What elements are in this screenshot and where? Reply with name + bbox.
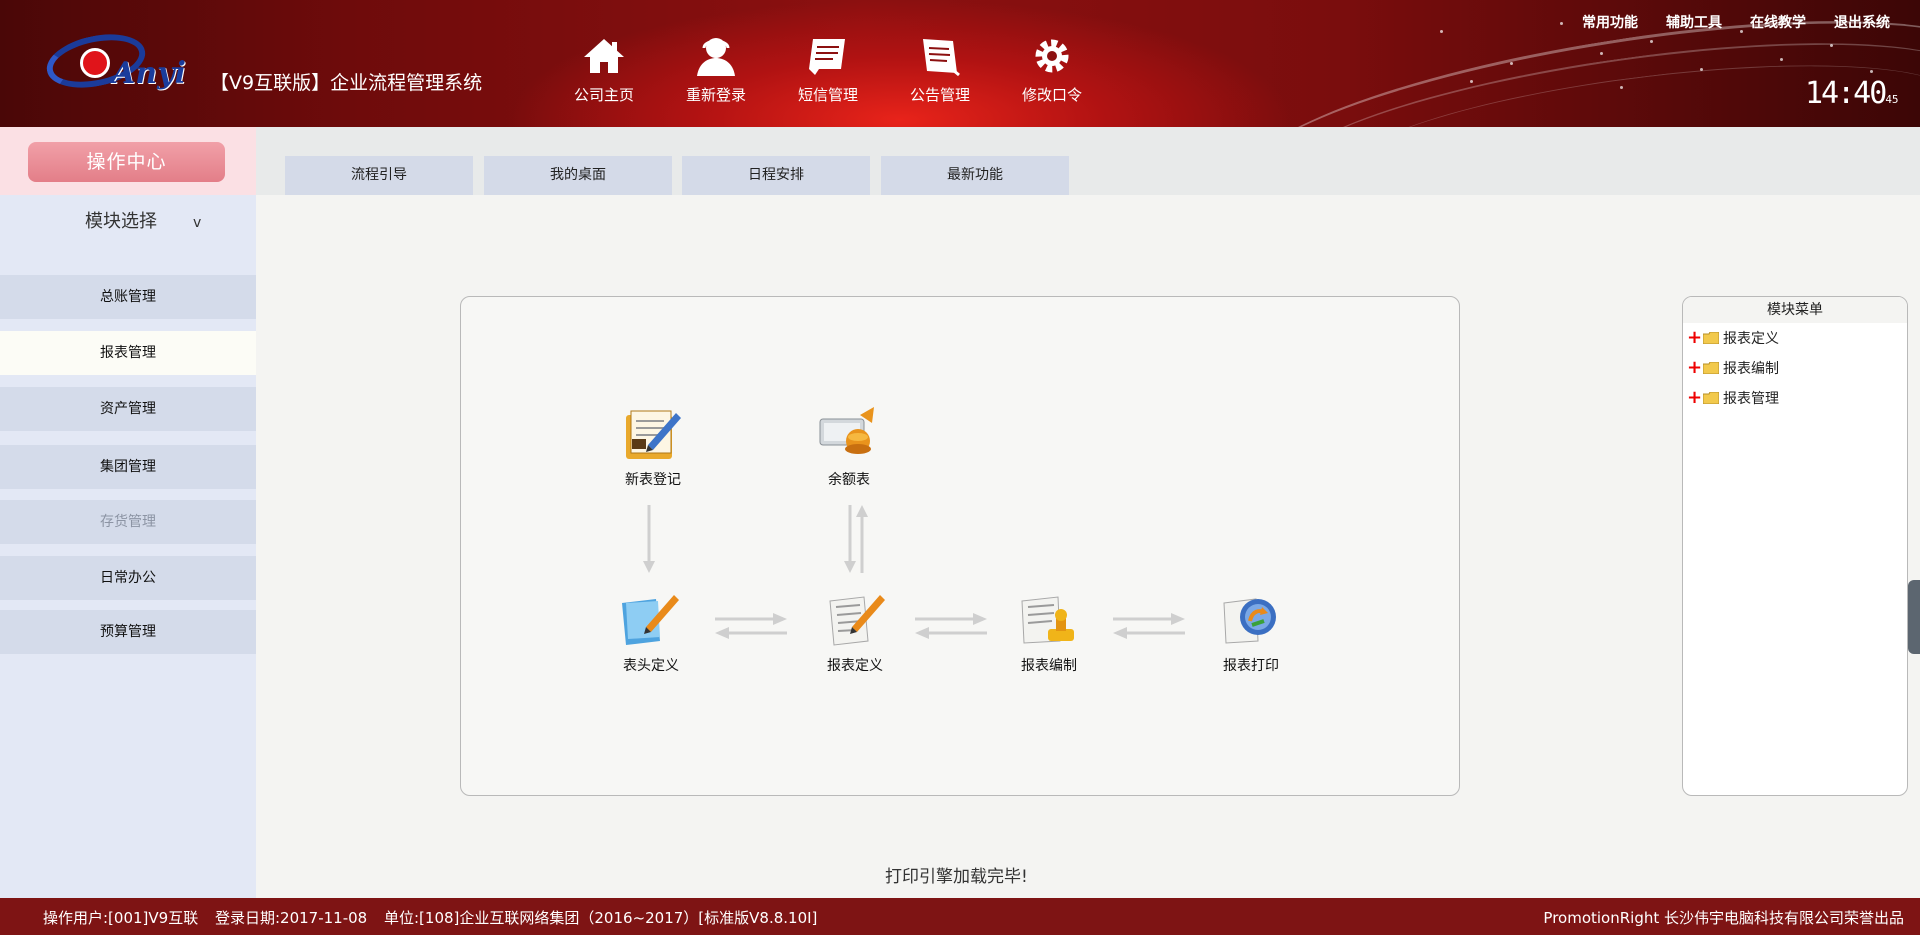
balance-icon	[814, 401, 884, 465]
link-auxiliary-tools[interactable]: 辅助工具	[1666, 12, 1722, 32]
report-print-icon	[1216, 587, 1286, 651]
gear-icon	[1028, 34, 1076, 78]
op-center-bar: 操作中心	[0, 127, 256, 195]
footer-login-date: 登录日期:2017-11-08	[214, 909, 368, 927]
op-center-button[interactable]: 操作中心	[28, 142, 225, 182]
tab-my-desktop[interactable]: 我的桌面	[484, 156, 672, 195]
footer-unit: 单位:[108]企业互联网络集团（2016~2017）[标准版V8.8.10I]	[384, 909, 818, 927]
module-select-label: 模块选择	[85, 211, 157, 232]
flow-node-report-define[interactable]: 报表定义	[795, 587, 915, 675]
flow-node-label: 新表登记	[625, 472, 681, 488]
tree-item-report-compile[interactable]: + 报表编制	[1683, 353, 1907, 383]
sidebar-item-report[interactable]: 报表管理	[0, 331, 256, 375]
sidebar-item-budget[interactable]: 预算管理	[0, 610, 256, 654]
nav-label: 短信管理	[797, 86, 858, 104]
logo-text: Anyi	[112, 56, 186, 91]
flow-arrow-down	[643, 505, 655, 573]
header-define-icon	[616, 587, 686, 651]
clock-seconds: 45	[1885, 93, 1899, 106]
footer-credit: PromotionRight 长沙伟宇电脑科技有限公司荣誉出品	[1543, 909, 1904, 927]
tab-new-features[interactable]: 最新功能	[881, 156, 1069, 195]
flow-arrow-bidirectional-horizontal	[715, 613, 787, 639]
tab-bar: 流程引导 我的桌面 日程安排 最新功能	[256, 127, 1920, 195]
flow-node-label: 表头定义	[623, 658, 679, 674]
module-menu-title: 模块菜单	[1683, 297, 1907, 323]
side-drawer-handle[interactable]	[1908, 580, 1920, 654]
sidebar-item-inventory[interactable]: 存货管理	[0, 500, 256, 544]
top-navigation: 公司主页 重新登录 短信管理 公告管理 修改口令	[548, 34, 1108, 114]
flow-arrow-bidirectional-horizontal	[915, 613, 987, 639]
flow-node-header-define[interactable]: 表头定义	[591, 587, 711, 675]
logo-dot	[80, 48, 110, 78]
sidebar-item-group[interactable]: 集团管理	[0, 445, 256, 489]
report-compile-icon	[1014, 587, 1084, 651]
module-select-dropdown[interactable]: 模块选择 v	[85, 207, 201, 233]
workflow-panel: 新表登记 余额表 表头定义 报表定义 报表编制 报表打印	[460, 296, 1460, 796]
tree-item-report-define[interactable]: + 报表定义	[1683, 323, 1907, 353]
expand-plus-icon[interactable]: +	[1687, 329, 1702, 347]
tree-item-label: 报表编制	[1723, 361, 1779, 377]
footer-info: 操作用户:[001]V9互联 登录日期:2017-11-08 单位:[108]企…	[43, 907, 829, 928]
footer-user: 操作用户:[001]V9互联	[43, 909, 199, 927]
expand-plus-icon[interactable]: +	[1687, 389, 1702, 407]
flow-node-label: 余额表	[828, 472, 870, 488]
company-logo: Anyi	[40, 26, 186, 100]
sidebar: 操作中心 模块选择 v 总账管理 报表管理 资产管理 集团管理 存货管理 日常办公…	[0, 127, 256, 898]
message-icon	[804, 34, 852, 78]
tab-schedule[interactable]: 日程安排	[682, 156, 870, 195]
flow-node-balance[interactable]: 余额表	[789, 401, 909, 489]
app-title: 【V9互联版】企业流程管理系统	[210, 72, 483, 94]
new-form-icon	[618, 401, 688, 465]
flow-arrow-bidirectional-vertical	[844, 505, 868, 573]
nav-label: 重新登录	[685, 86, 746, 104]
sidebar-item-ledger[interactable]: 总账管理	[0, 275, 256, 319]
nav-relogin[interactable]: 重新登录	[660, 34, 772, 114]
tree-item-label: 报表定义	[1723, 331, 1779, 347]
folder-icon	[1703, 392, 1719, 404]
nav-label: 公司主页	[573, 86, 634, 104]
flow-node-report-compile[interactable]: 报表编制	[989, 587, 1109, 675]
link-exit-system[interactable]: 退出系统	[1834, 12, 1890, 32]
clock-time: 14:40	[1805, 76, 1887, 111]
folder-icon	[1703, 362, 1719, 374]
flow-node-report-print[interactable]: 报表打印	[1191, 587, 1311, 675]
chevron-down-icon: v	[193, 215, 202, 231]
nav-company-home[interactable]: 公司主页	[548, 34, 660, 114]
flow-node-label: 报表定义	[827, 658, 883, 674]
tree-item-label: 报表管理	[1723, 391, 1779, 407]
flow-arrow-bidirectional-horizontal	[1113, 613, 1185, 639]
nav-change-password[interactable]: 修改口令	[996, 34, 1108, 114]
nav-label: 公告管理	[909, 86, 970, 104]
home-icon	[580, 34, 628, 78]
clock: 14:4045	[1805, 76, 1899, 111]
module-menu-panel: 模块菜单 + 报表定义 + 报表编制 + 报表管理	[1682, 296, 1908, 796]
sidebar-item-office[interactable]: 日常办公	[0, 556, 256, 600]
tree-item-report-manage[interactable]: + 报表管理	[1683, 383, 1907, 413]
link-common-functions[interactable]: 常用功能	[1582, 12, 1638, 32]
user-icon	[692, 34, 740, 78]
link-online-tutorial[interactable]: 在线教学	[1750, 12, 1806, 32]
footer-bar: 操作用户:[001]V9互联 登录日期:2017-11-08 单位:[108]企…	[0, 898, 1920, 935]
report-define-icon	[820, 587, 890, 651]
nav-sms[interactable]: 短信管理	[772, 34, 884, 114]
notice-icon	[916, 34, 964, 78]
header-banner: Anyi 【V9互联版】企业流程管理系统 公司主页 重新登录 短信管理 公告管理…	[0, 0, 1920, 127]
flow-node-new-form[interactable]: 新表登记	[593, 401, 713, 489]
folder-icon	[1703, 332, 1719, 344]
tab-process-guide[interactable]: 流程引导	[285, 156, 473, 195]
top-links: 常用功能 辅助工具 在线教学 退出系统	[1582, 12, 1890, 32]
flow-node-label: 报表编制	[1021, 658, 1077, 674]
nav-label: 修改口令	[1021, 86, 1082, 104]
sidebar-item-asset[interactable]: 资产管理	[0, 387, 256, 431]
flow-node-label: 报表打印	[1223, 658, 1279, 674]
status-message: 打印引擎加载完毕!	[885, 867, 1028, 887]
nav-notice[interactable]: 公告管理	[884, 34, 996, 114]
expand-plus-icon[interactable]: +	[1687, 359, 1702, 377]
